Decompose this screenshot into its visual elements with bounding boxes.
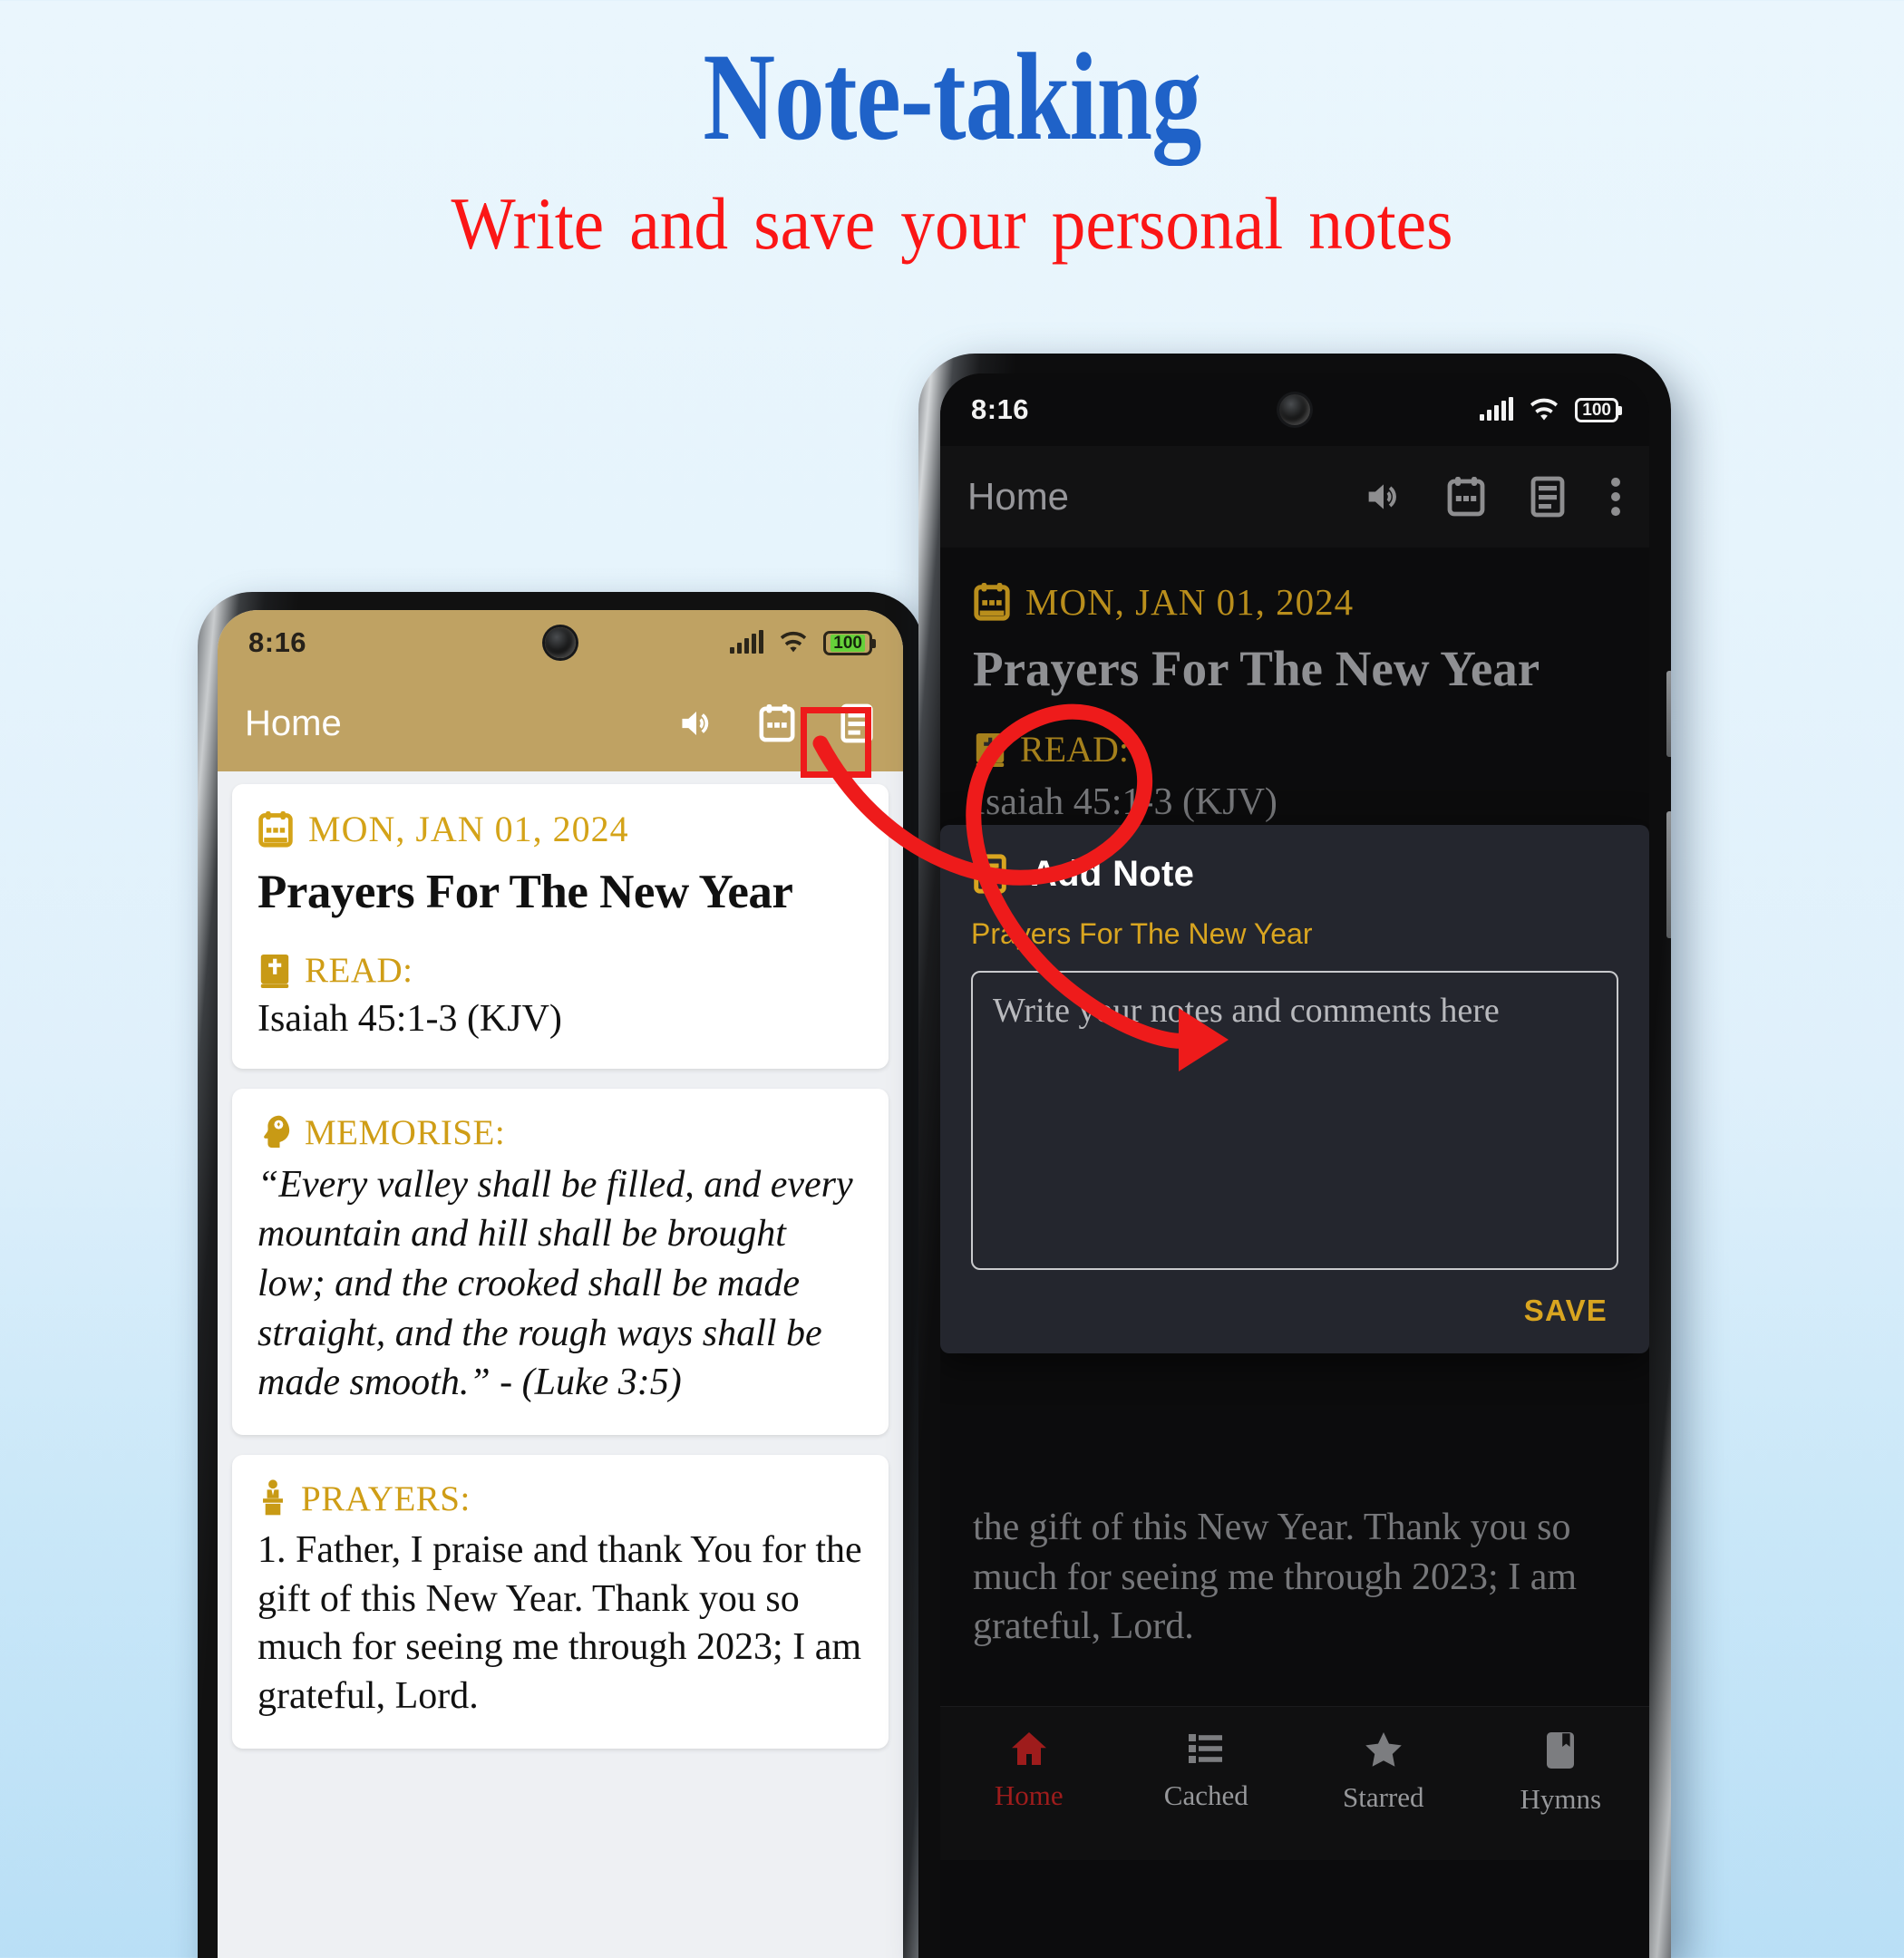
app-bar-title: Home xyxy=(967,475,1070,518)
page-title: Note-taking xyxy=(703,27,1201,166)
save-button[interactable]: SAVE xyxy=(971,1270,1618,1330)
phone-dark-mode: 8:16 100 Home MON, JAN 01, 2024 Prayers … xyxy=(918,354,1671,1958)
bible-icon xyxy=(257,952,292,990)
battery-level: 100 xyxy=(1582,400,1611,420)
card-devotional-header: MON, JAN 01, 2024 Prayers For The New Ye… xyxy=(232,784,889,1069)
bottom-navigation: Home Cached Starred Hymns xyxy=(940,1706,1649,1860)
front-camera-punchhole xyxy=(545,627,576,658)
nav-item-hymns[interactable]: Hymns xyxy=(1472,1730,1650,1816)
status-bar-right: 8:16 100 xyxy=(940,373,1649,446)
read-passage: Isaiah 45:1-3 (KJV) xyxy=(257,998,562,1040)
prayers-body: 1. Father, I praise and thank You for th… xyxy=(257,1528,862,1718)
prayer-one: the gift of this New Year. Thank you so … xyxy=(973,1507,1578,1648)
read-passage: Isaiah 45:1-3 (KJV) xyxy=(973,781,1277,823)
wifi-icon xyxy=(778,631,809,654)
volume-button[interactable] xyxy=(1666,811,1671,938)
pulpit-icon xyxy=(257,1478,288,1518)
note-textarea[interactable]: Write your notes and comments here xyxy=(971,971,1618,1270)
nav-label-hymns: Hymns xyxy=(1520,1783,1602,1815)
app-bar-title: Home xyxy=(245,703,342,743)
signal-bars-icon xyxy=(1480,397,1514,421)
devotional-date: MON, JAN 01, 2024 xyxy=(308,809,629,849)
status-time: 8:16 xyxy=(971,393,1030,425)
highlight-box-note-icon xyxy=(801,707,871,778)
calendar-icon xyxy=(973,582,1011,622)
read-label: READ: xyxy=(305,951,413,990)
memorise-label: MEMORISE: xyxy=(305,1112,506,1152)
speaker-icon[interactable] xyxy=(1363,479,1404,515)
card-prayers: PRAYERS: 1. Father, I praise and thank Y… xyxy=(232,1454,889,1749)
nav-item-starred[interactable]: Starred xyxy=(1295,1730,1472,1814)
card-memorise: MEMORISE: “Every valley shall be filled,… xyxy=(232,1088,889,1435)
dialog-header: Add Note xyxy=(971,852,1618,896)
overflow-menu-icon[interactable] xyxy=(1609,476,1622,518)
dialog-title: Add Note xyxy=(1031,853,1195,894)
note-textarea-placeholder: Write your notes and comments here xyxy=(993,992,1500,1030)
nav-label-starred: Starred xyxy=(1342,1781,1424,1813)
battery-icon: 100 xyxy=(823,630,876,655)
memorise-section-header: MEMORISE: xyxy=(257,1112,863,1153)
phone-left-content: MON, JAN 01, 2024 Prayers For The New Ye… xyxy=(218,771,903,1749)
phone-right-screen: 8:16 100 Home MON, JAN 01, 2024 Prayers … xyxy=(940,373,1649,1958)
page-subtitle: Write and save your personal notes xyxy=(451,182,1453,265)
devotional-title: Prayers For The New Year xyxy=(973,641,1540,696)
nav-item-cached[interactable]: Cached xyxy=(1118,1730,1296,1812)
date-line: MON, JAN 01, 2024 xyxy=(973,580,1617,624)
calendar-icon xyxy=(257,810,294,848)
read-section-header: READ: xyxy=(973,728,1617,771)
battery-icon: 100 xyxy=(1575,397,1622,422)
speaker-icon[interactable] xyxy=(676,706,716,741)
nav-label-home: Home xyxy=(994,1779,1064,1811)
calendar-icon[interactable] xyxy=(758,703,796,743)
phone-left-screen: 8:16 100 Home MON, JAN 01, 2024 Prayers … xyxy=(218,610,903,1958)
dialog-subtitle: Prayers For The New Year xyxy=(971,917,1313,950)
app-bar-right: Home xyxy=(940,446,1649,548)
bible-icon xyxy=(973,731,1007,769)
power-button[interactable] xyxy=(1666,671,1671,757)
wifi-icon xyxy=(1528,398,1560,422)
nav-item-home[interactable]: Home xyxy=(940,1730,1118,1812)
date-line: MON, JAN 01, 2024 xyxy=(257,808,863,850)
head-brain-icon xyxy=(257,1113,292,1151)
read-section-header: READ: xyxy=(257,950,863,991)
add-note-dialog: Add Note Prayers For The New Year Write … xyxy=(940,825,1649,1353)
home-icon xyxy=(1009,1730,1049,1767)
status-time: 8:16 xyxy=(248,626,307,658)
memorise-verse: “Every valley shall be filled, and every… xyxy=(257,1163,853,1404)
promo-headings: Note-taking Write and save your personal… xyxy=(0,0,1904,261)
prayers-label: PRAYERS: xyxy=(301,1478,471,1518)
nav-label-cached: Cached xyxy=(1163,1779,1248,1811)
read-label: READ: xyxy=(1020,729,1129,770)
prayers-section-header: PRAYERS: xyxy=(257,1478,863,1519)
list-icon xyxy=(1187,1730,1225,1767)
note-icon xyxy=(971,852,1009,896)
devotional-date: MON, JAN 01, 2024 xyxy=(1025,581,1355,623)
devotional-title: Prayers For The New Year xyxy=(257,866,793,918)
status-bar-left: 8:16 100 xyxy=(218,610,903,675)
calendar-icon[interactable] xyxy=(1446,476,1486,518)
battery-level: 100 xyxy=(831,634,865,652)
phone-light-mode: 8:16 100 Home MON, JAN 01, 2024 Prayers … xyxy=(198,592,923,1958)
star-icon xyxy=(1364,1730,1404,1769)
phone-right-content: MON, JAN 01, 2024 Prayers For The New Ye… xyxy=(940,548,1649,1860)
bookmark-icon xyxy=(1545,1730,1576,1770)
note-icon[interactable] xyxy=(1528,475,1568,519)
signal-bars-icon xyxy=(730,630,764,654)
front-camera-punchhole xyxy=(1279,394,1310,425)
